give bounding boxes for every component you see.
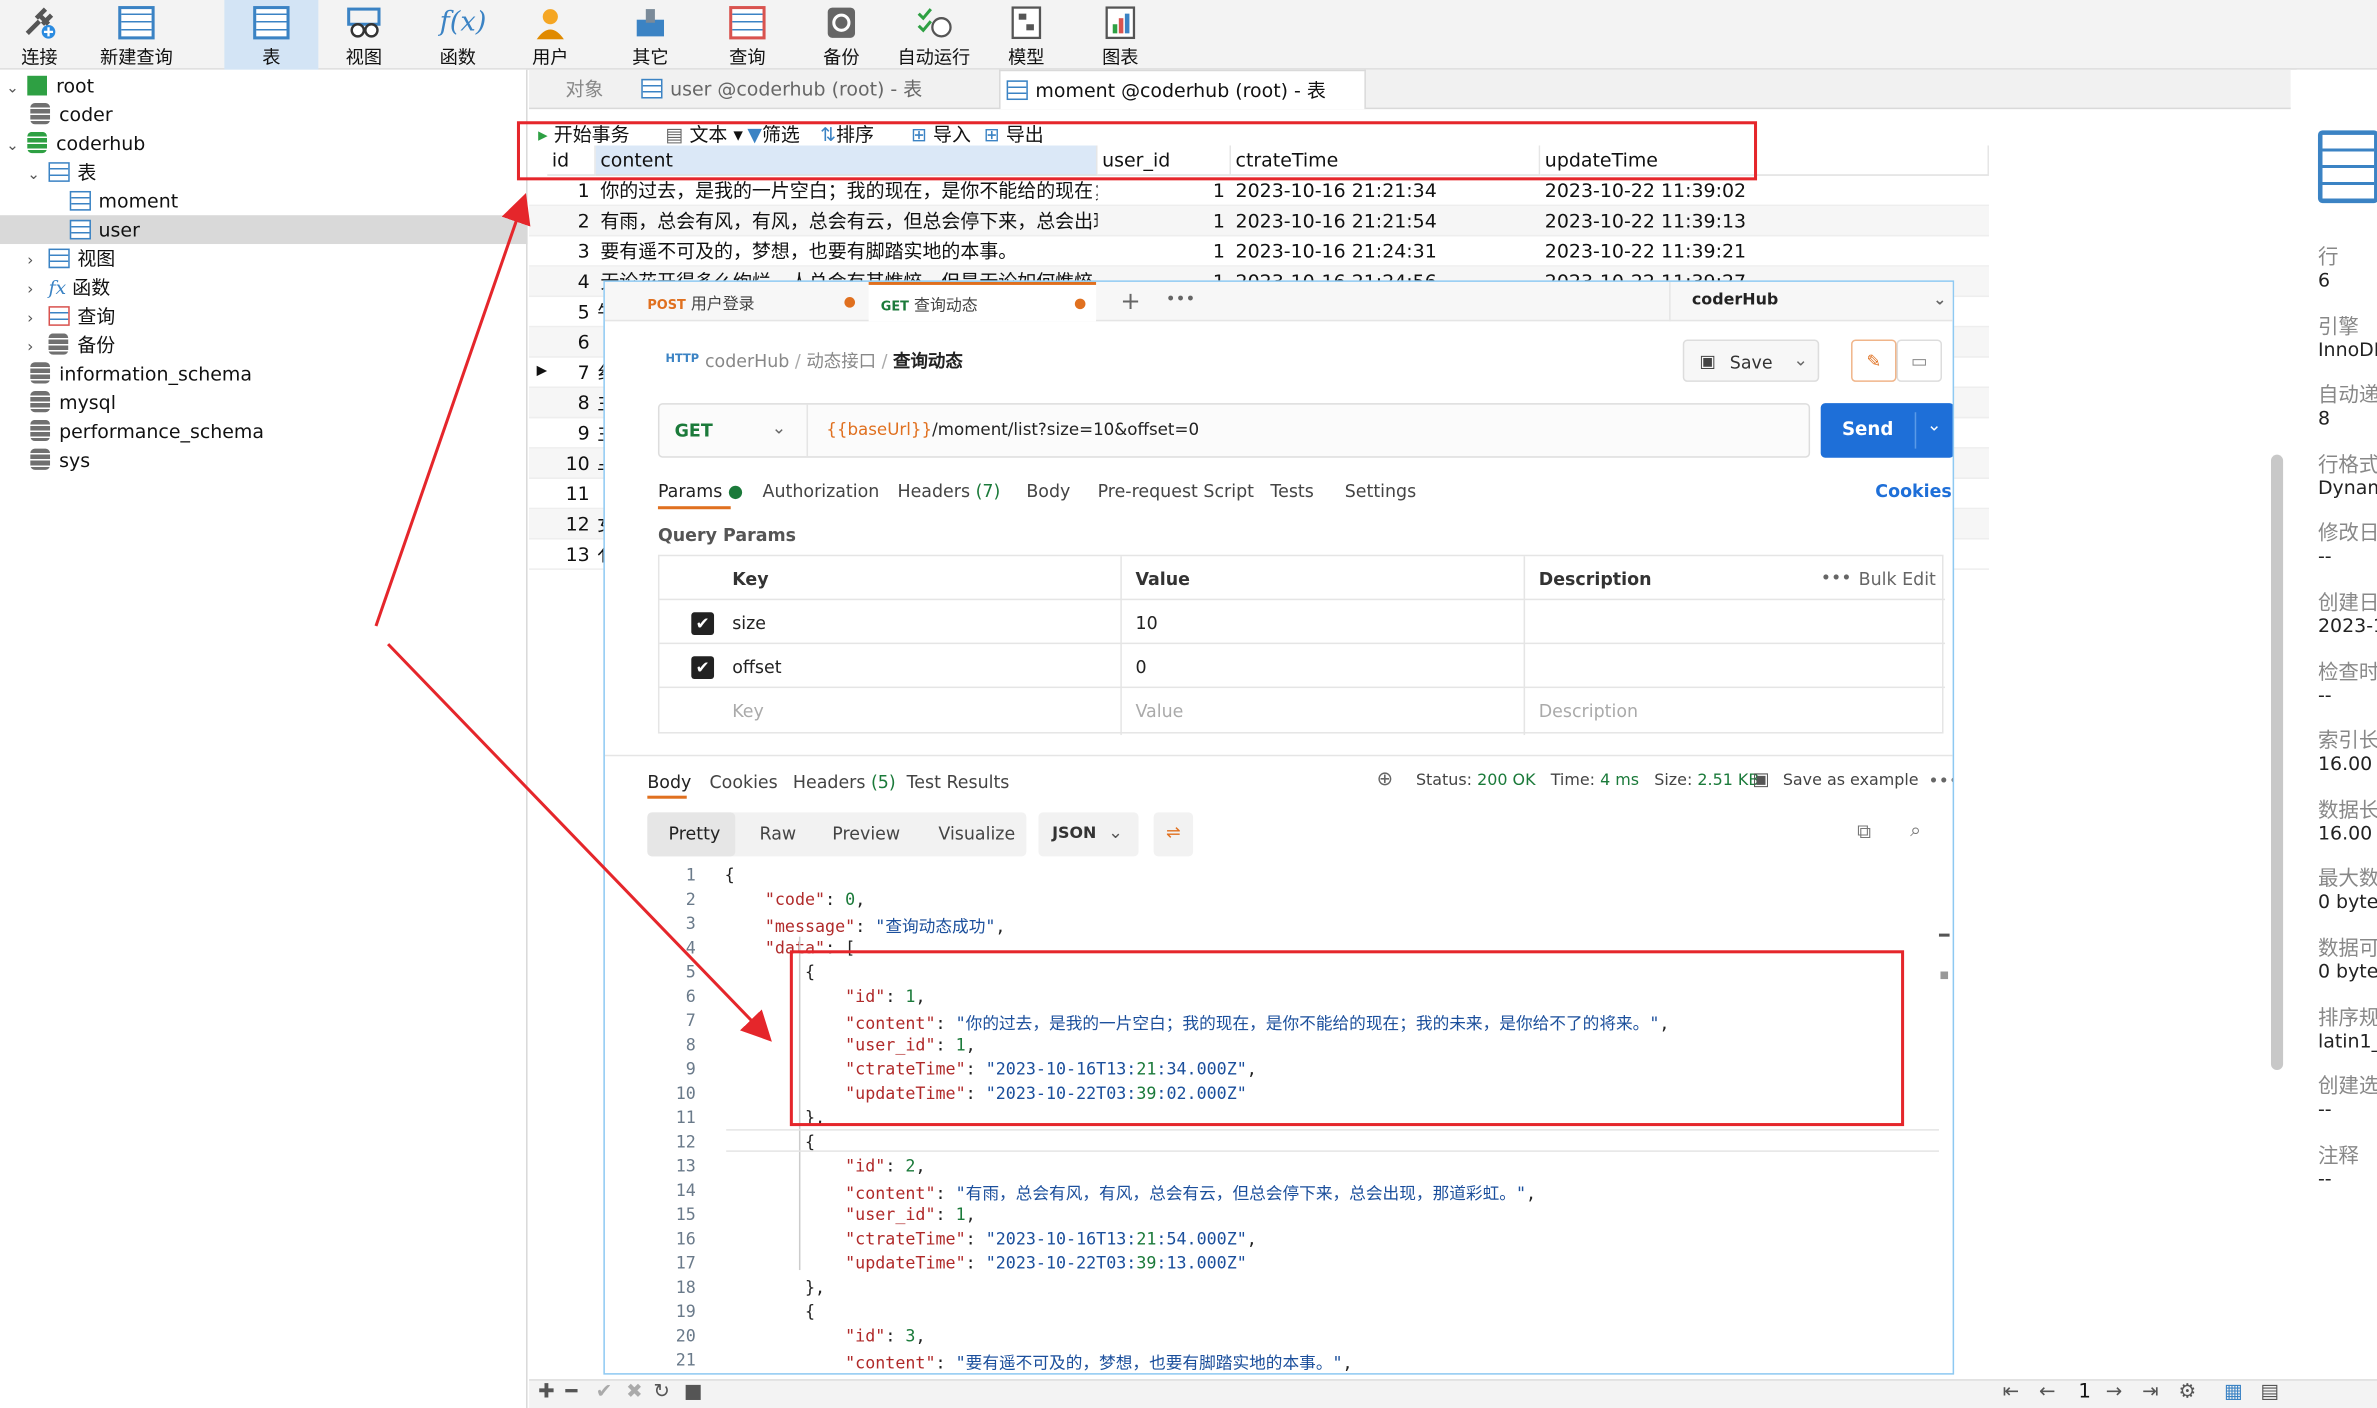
annotation-arrow-up [374, 192, 531, 627]
annotation-arrow-down [387, 643, 772, 1042]
annotation-arrows [374, 192, 772, 1042]
